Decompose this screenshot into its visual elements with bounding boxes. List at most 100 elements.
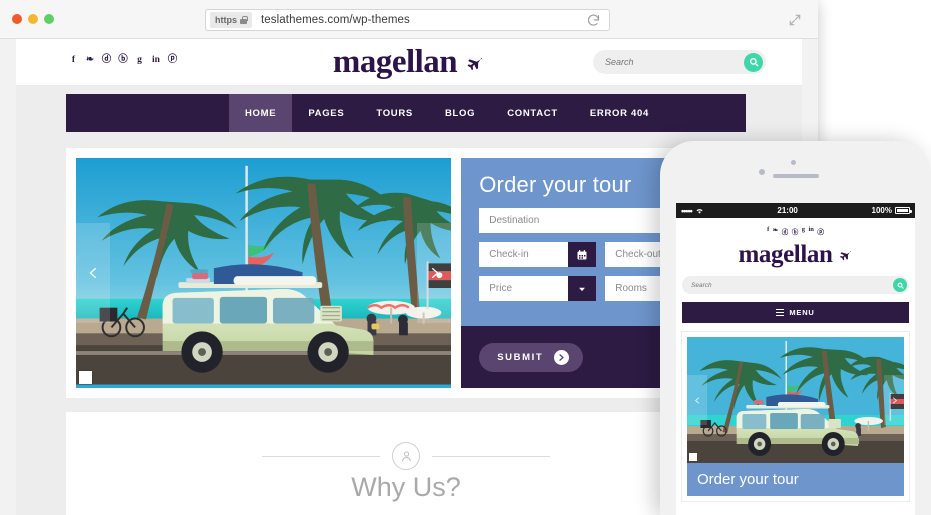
submit-button[interactable]: SUBMIT xyxy=(479,342,584,372)
status-right: 100% xyxy=(871,206,912,215)
behance-icon[interactable]: ⓑ xyxy=(792,226,799,236)
url-text: teslathemes.com/wp-themes xyxy=(261,14,410,26)
airplane-icon xyxy=(839,250,851,260)
chevron-left-icon xyxy=(694,396,699,404)
battery-percent: 100% xyxy=(871,206,892,215)
reload-icon[interactable] xyxy=(586,13,601,28)
nav-item-error-404[interactable]: ERROR 404 xyxy=(574,94,665,132)
slider-next-button[interactable] xyxy=(417,223,452,323)
dribbble-icon[interactable]: ⓓ xyxy=(782,226,789,236)
address-bar[interactable]: https teslathemes.com/wp-themes xyxy=(205,9,610,31)
site-logo[interactable]: magellan xyxy=(333,46,485,79)
phone-menu-label: MENU xyxy=(789,308,815,317)
pinterest-icon[interactable]: ⓟ xyxy=(817,226,824,236)
screenshot-stage: https teslathemes.com/wp-themes f ❧ ⓓ ⓑ … xyxy=(0,0,931,515)
lock-icon xyxy=(240,16,248,24)
search-icon xyxy=(749,58,758,67)
price-dropdown-button[interactable] xyxy=(568,276,597,301)
google-plus-icon[interactable]: g xyxy=(802,226,805,236)
google-plus-icon[interactable]: g xyxy=(134,55,145,66)
nav-item-tours[interactable]: TOURS xyxy=(360,94,429,132)
phone-slider-indicator[interactable] xyxy=(689,453,697,461)
hamburger-icon xyxy=(776,308,785,317)
phone-slider-prev-button[interactable] xyxy=(687,375,707,425)
window-controls[interactable] xyxy=(12,14,54,24)
close-window-button[interactable] xyxy=(12,14,22,24)
phone-search-button[interactable] xyxy=(893,278,907,292)
linkedin-icon[interactable]: in xyxy=(808,226,813,236)
minimize-window-button[interactable] xyxy=(28,14,38,24)
slider-prev-button[interactable] xyxy=(76,223,110,323)
calendar-icon xyxy=(577,249,587,259)
phone-mockup: ••••• 21:00 100% f ❧ ⓓ ⓑ g in ⓟ magellan… xyxy=(660,141,931,515)
checkin-input[interactable]: Check-in xyxy=(479,242,569,267)
nav-item-pages[interactable]: PAGES xyxy=(292,94,360,132)
phone-slider-card: Order your tour xyxy=(682,332,909,501)
logo-text: magellan xyxy=(332,44,458,80)
facebook-icon[interactable]: f xyxy=(68,55,79,66)
chevron-right-icon xyxy=(431,268,438,278)
social-links[interactable]: f ❧ ⓓ ⓑ g in ⓟ xyxy=(68,55,178,66)
price-group[interactable]: Price xyxy=(479,276,597,301)
chevron-right-icon xyxy=(892,396,897,404)
maximize-window-button[interactable] xyxy=(44,14,54,24)
wifi-icon xyxy=(696,208,703,214)
phone-clock: 21:00 xyxy=(777,206,798,215)
phone-site-logo[interactable]: magellan xyxy=(676,236,915,276)
hero-section: Order your tour Destination Check-in Che… xyxy=(66,148,746,398)
nav-item-contact[interactable]: CONTACT xyxy=(491,94,574,132)
pinterest-icon[interactable]: ⓟ xyxy=(167,55,178,66)
slider-image xyxy=(76,158,452,385)
expand-icon[interactable] xyxy=(788,13,802,27)
caret-down-icon xyxy=(579,287,586,291)
nav-item-home[interactable]: HOME xyxy=(229,94,293,132)
search-input[interactable] xyxy=(593,57,744,67)
twitter-icon[interactable]: ❧ xyxy=(773,226,778,236)
search-icon xyxy=(897,282,904,289)
nav-item-blog[interactable]: BLOG xyxy=(429,94,491,132)
submit-label: SUBMIT xyxy=(497,351,544,363)
phone-hero-slider[interactable] xyxy=(687,337,904,463)
search-button[interactable] xyxy=(744,52,763,72)
divider-line-left xyxy=(262,455,380,457)
front-camera-icon xyxy=(758,169,765,175)
phone-status-bar: ••••• 21:00 100% xyxy=(676,203,915,218)
https-badge: https xyxy=(210,12,252,28)
phone-search-box[interactable] xyxy=(682,276,909,294)
twitter-icon[interactable]: ❧ xyxy=(85,55,96,66)
section-divider xyxy=(262,442,550,470)
checkin-calendar-button[interactable] xyxy=(568,242,597,267)
dribbble-icon[interactable]: ⓓ xyxy=(101,55,112,66)
slider-indicator[interactable] xyxy=(79,371,92,384)
hero-slider[interactable] xyxy=(76,158,452,388)
earpiece-speaker-icon xyxy=(772,174,819,178)
phone-menu-button[interactable]: MENU xyxy=(682,302,909,323)
checkin-group[interactable]: Check-in xyxy=(479,242,597,267)
phone-slider-next-button[interactable] xyxy=(884,375,904,425)
behance-icon[interactable]: ⓑ xyxy=(118,55,129,66)
why-us-section: Why Us? xyxy=(66,412,746,515)
phone-social-links[interactable]: f ❧ ⓓ ⓑ g in ⓟ xyxy=(676,218,915,236)
browser-chrome: https teslathemes.com/wp-themes xyxy=(0,0,818,39)
main-navigation[interactable]: HOME PAGES TOURS BLOG CONTACT ERROR 404 xyxy=(66,94,746,132)
chevron-left-icon xyxy=(89,268,96,278)
site-header: f ❧ ⓓ ⓑ g in ⓟ magellan xyxy=(16,39,802,86)
proximity-sensor-icon xyxy=(790,160,796,165)
signal-dots-icon: ••••• xyxy=(681,205,693,216)
phone-order-tour-title: Order your tour xyxy=(687,463,904,496)
divider-line-right xyxy=(432,455,550,457)
https-label: https xyxy=(215,15,237,25)
airplane-icon xyxy=(468,57,483,71)
battery-full-icon xyxy=(894,207,912,214)
facebook-icon[interactable]: f xyxy=(767,226,769,236)
arrow-right-circle-icon xyxy=(554,349,570,365)
phone-logo-text: magellan xyxy=(738,241,833,268)
price-select[interactable]: Price xyxy=(479,276,569,301)
linkedin-icon[interactable]: in xyxy=(151,55,162,66)
phone-screen: ••••• 21:00 100% f ❧ ⓓ ⓑ g in ⓟ magellan… xyxy=(676,203,915,515)
phone-search-input[interactable] xyxy=(682,281,893,289)
status-left: ••••• xyxy=(681,206,704,216)
search-box[interactable] xyxy=(593,50,766,74)
why-us-title: Why Us? xyxy=(351,472,461,502)
